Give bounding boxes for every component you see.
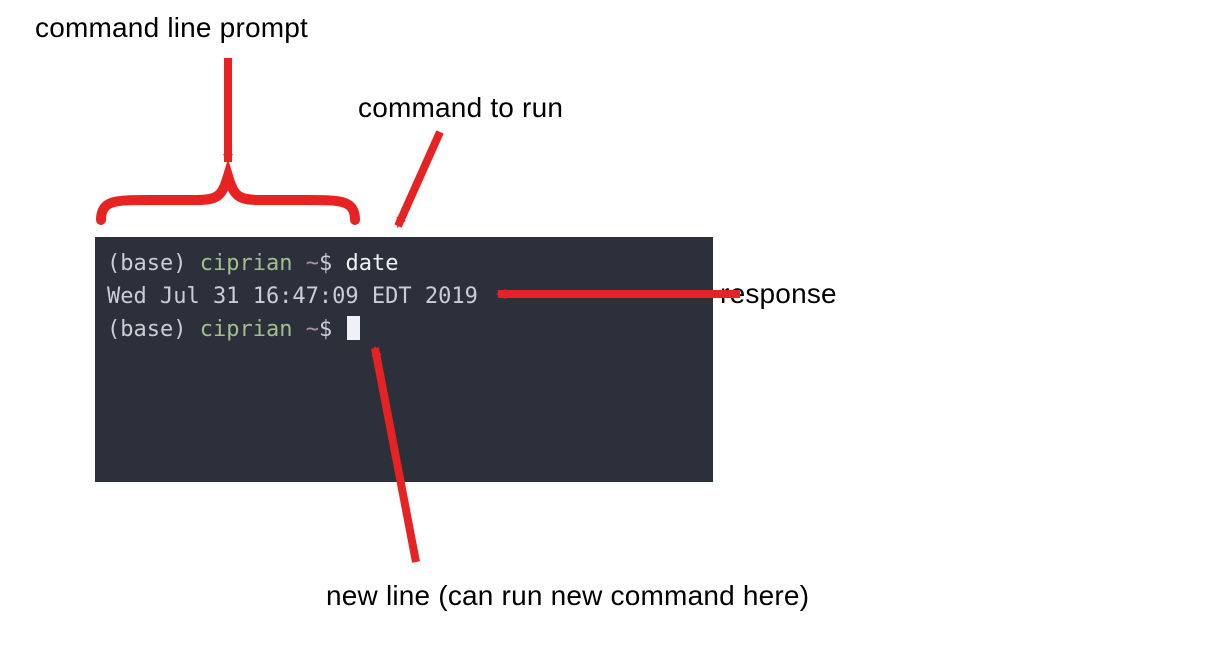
prompt-env-2: (base) — [107, 317, 186, 342]
prompt-path: ~ — [306, 251, 319, 276]
terminal-cursor[interactable] — [347, 316, 360, 340]
diagram-stage: command line prompt command to run compu… — [0, 0, 1208, 646]
prompt-env: (base) — [107, 251, 186, 276]
label-new-line: new line (can run new command here) — [326, 580, 809, 612]
terminal-line-3: (base) ciprian ~$ — [107, 313, 701, 346]
terminal-line-1: (base) ciprian ~$ date — [107, 247, 701, 280]
terminal-window[interactable]: (base) ciprian ~$ date Wed Jul 31 16:47:… — [95, 237, 713, 482]
arrow-command — [398, 132, 440, 226]
prompt-user: ciprian — [200, 251, 293, 276]
prompt-user-2: ciprian — [200, 317, 293, 342]
output-text: Wed Jul 31 16:47:09 EDT 2019 — [107, 284, 478, 309]
label-command-line-prompt: command line prompt — [35, 12, 308, 44]
prompt-symbol-2: $ — [319, 317, 332, 342]
command-text: date — [345, 251, 398, 276]
prompt-symbol: $ — [319, 251, 332, 276]
label-command-to-run: command to run — [358, 92, 563, 124]
prompt-path-2: ~ — [306, 317, 319, 342]
terminal-line-2: Wed Jul 31 16:47:09 EDT 2019 — [107, 280, 701, 313]
